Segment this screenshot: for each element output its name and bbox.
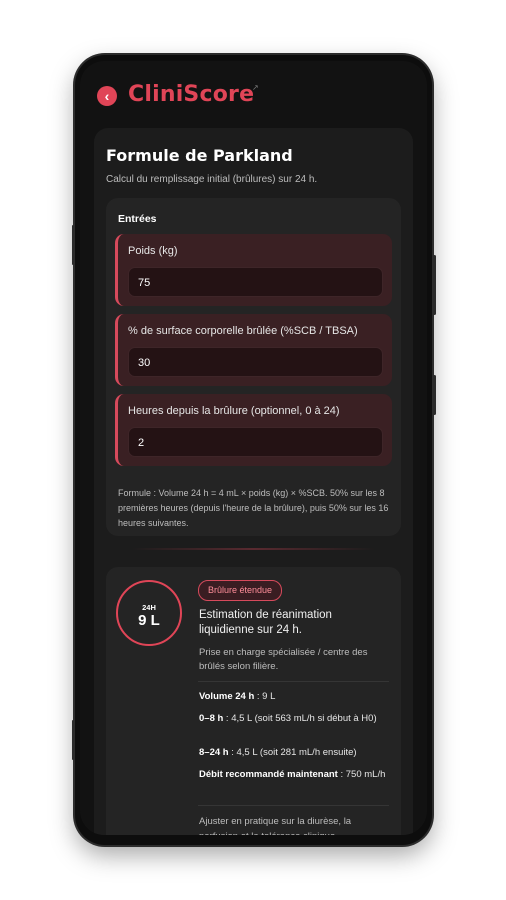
result-separator-bottom — [198, 805, 389, 806]
tbsa-input[interactable]: 30 — [128, 347, 383, 377]
detail-8-24h-label: 8–24 h — [199, 747, 229, 758]
detail-rate-value: : 750 mL/h — [337, 769, 386, 780]
detail-current-rate: Débit recommandé maintenant : 750 mL/h — [199, 767, 391, 783]
result-panel: 24H 9 L Brûlure étendue Estimation de ré… — [106, 567, 401, 835]
app-screen: ‹ CliniScore ↗ Formule de Parkland Calcu… — [80, 61, 427, 835]
inputs-panel: Entrées Poids (kg) 75 % de surface corpo… — [106, 198, 401, 536]
result-separator — [198, 681, 389, 682]
chevron-left-icon: ‹ — [104, 88, 110, 104]
detail-0-8h: 0–8 h : 4,5 L (soit 563 mL/h si début à … — [199, 711, 391, 727]
result-gauge: 24H 9 L — [116, 580, 182, 646]
brand-mark-icon: ↗ — [252, 83, 259, 92]
page-subtitle: Calcul du remplissage initial (brûlures)… — [106, 174, 318, 185]
field-tbsa: % de surface corporelle brûlée (%SCB / T… — [115, 314, 392, 386]
power-button — [433, 375, 436, 415]
result-note: Prise en charge spécialisée / centre des… — [199, 647, 368, 672]
left-button-lower — [72, 720, 74, 760]
calculator-card: Formule de Parkland Calcul du remplissag… — [94, 128, 413, 835]
field-hours-label: Heures depuis la brûlure (optionnel, 0 à… — [128, 405, 340, 417]
app-bar: ‹ CliniScore ↗ — [80, 61, 427, 123]
detail-8-24h-value: : 4,5 L (soit 281 mL/h ensuite) — [228, 747, 357, 758]
phone-frame: ‹ CliniScore ↗ Formule de Parkland Calcu… — [72, 55, 436, 845]
inputs-section-title: Entrées — [118, 213, 157, 225]
back-button[interactable]: ‹ — [97, 86, 117, 106]
detail-8-24h: 8–24 h : 4,5 L (soit 281 mL/h ensuite) — [199, 745, 391, 761]
section-divider — [132, 548, 375, 550]
volume-button — [433, 255, 436, 315]
detail-0-8h-label: 0–8 h — [199, 713, 224, 724]
detail-volume-24h: Volume 24 h : 9 L — [199, 689, 391, 705]
gauge-value: 9 L — [138, 612, 160, 629]
weight-input[interactable]: 75 — [128, 267, 383, 297]
result-footer-note: Ajuster en pratique sur la diurèse, la p… — [199, 816, 352, 835]
field-weight: Poids (kg) 75 — [115, 234, 392, 306]
detail-volume-value: : 9 L — [254, 691, 276, 702]
field-hours: Heures depuis la brûlure (optionnel, 0 à… — [115, 394, 392, 466]
detail-rate-label: Débit recommandé maintenant — [199, 769, 338, 780]
field-tbsa-label: % de surface corporelle brûlée (%SCB / T… — [128, 325, 358, 337]
gauge-label: 24H — [142, 603, 156, 612]
formula-text: Formule : Volume 24 h = 4 mL × poids (kg… — [118, 488, 389, 528]
app-logo: CliniScore — [128, 82, 255, 107]
detail-volume-label: Volume 24 h — [199, 691, 255, 702]
hours-input[interactable]: 2 — [128, 427, 383, 457]
detail-0-8h-value: : 4,5 L (soit 563 mL/h si début à H0) — [223, 713, 377, 724]
severity-badge: Brûlure étendue — [198, 580, 283, 601]
left-button — [72, 225, 74, 265]
result-description: Estimation de réanimation liquidienne su… — [199, 609, 332, 636]
field-weight-label: Poids (kg) — [128, 245, 178, 257]
page-title: Formule de Parkland — [106, 146, 293, 165]
